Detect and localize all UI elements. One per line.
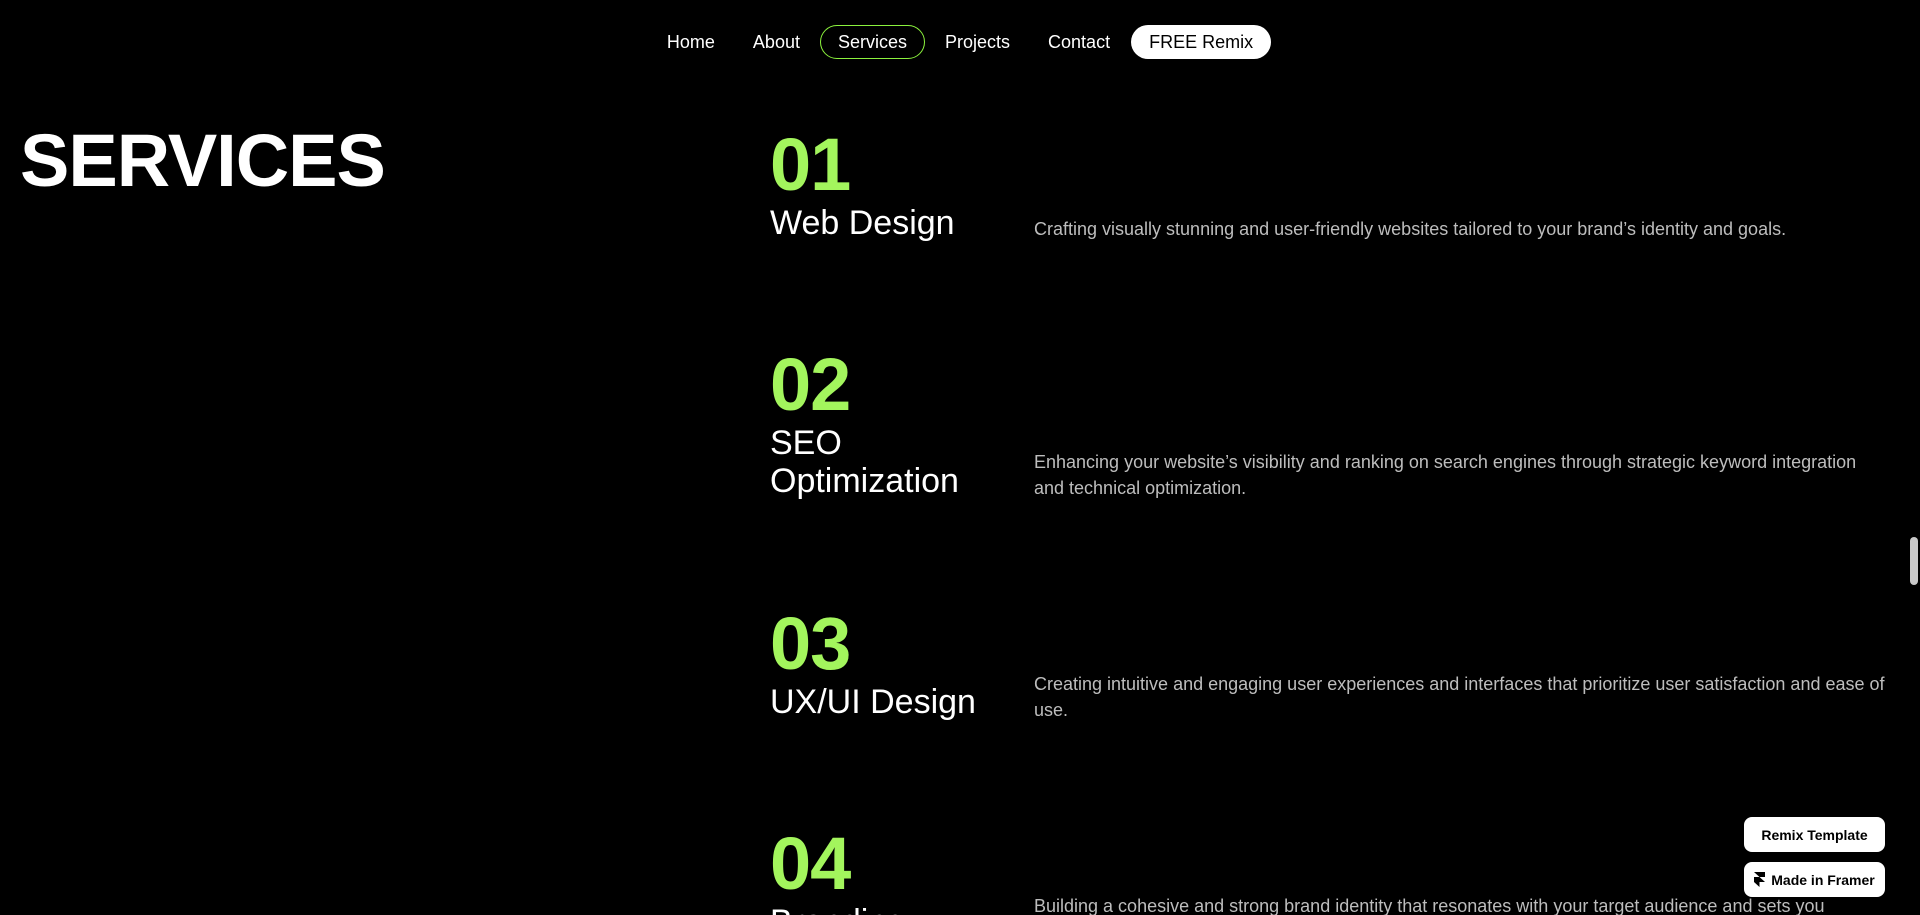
page-title: SERVICES — [20, 119, 386, 202]
service-number: 04 — [770, 822, 851, 905]
scrollbar-thumb[interactable] — [1910, 537, 1918, 585]
service-item: 01 Web Design Crafting visually stunning… — [770, 123, 1885, 243]
service-name: Web Design — [770, 204, 955, 242]
service-number: 01 — [770, 123, 851, 206]
nav-contact[interactable]: Contact — [1030, 25, 1128, 59]
top-nav: Home About Services Projects Contact FRE… — [0, 25, 1920, 59]
nav-home[interactable]: Home — [649, 25, 733, 59]
nav-projects[interactable]: Projects — [927, 25, 1028, 59]
service-number: 02 — [770, 343, 851, 426]
framer-logo-icon — [1754, 872, 1766, 887]
service-item: 03 UX/UI Design Creating intuitive and e… — [770, 602, 1885, 722]
service-name: SEO Optimization — [770, 424, 959, 500]
service-number: 03 — [770, 602, 851, 685]
free-remix-button[interactable]: FREE Remix — [1131, 25, 1272, 59]
nav-about[interactable]: About — [735, 25, 818, 59]
service-name: UX/UI Design — [770, 683, 976, 721]
service-description: Enhancing your website’s visibility and … — [1034, 452, 1857, 498]
nav-services[interactable]: Services — [819, 25, 925, 59]
service-description: Creating intuitive and engaging user exp… — [1034, 674, 1885, 720]
made-in-framer-button[interactable]: Made in Framer — [1744, 862, 1885, 897]
service-name: Branding — [770, 903, 990, 915]
service-item: 04 Branding Building a cohesive and stro… — [770, 822, 1885, 915]
service-description: Crafting visually stunning and user-frie… — [1034, 219, 1787, 239]
service-item: 02 SEO Optimization Enhancing your websi… — [770, 343, 1885, 501]
page-scrollbar[interactable] — [1908, 0, 1920, 915]
made-in-framer-label: Made in Framer — [1771, 871, 1875, 888]
remix-template-label: Remix Template — [1761, 826, 1868, 843]
remix-template-button[interactable]: Remix Template — [1744, 817, 1885, 852]
